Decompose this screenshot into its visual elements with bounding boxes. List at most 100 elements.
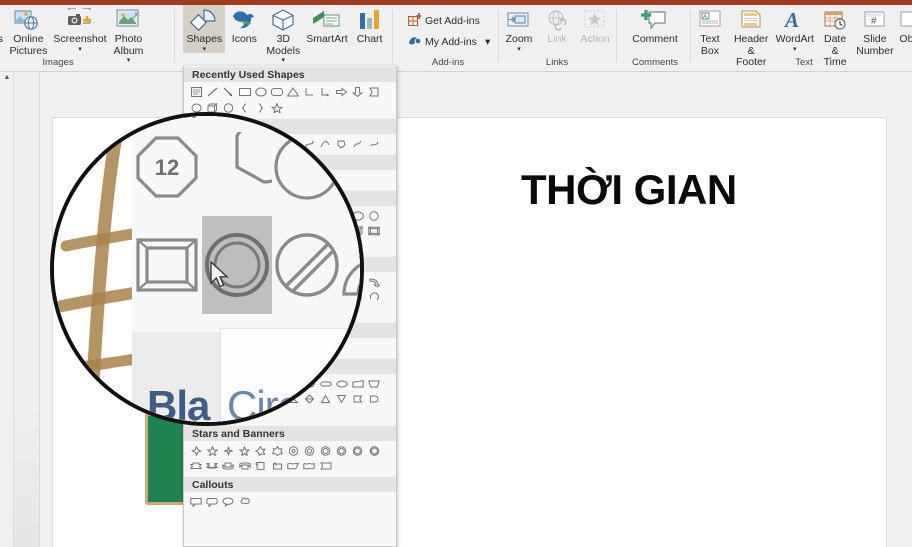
ribbon-group-text: A Text Box Header & Footer A WordArt ▾ D… bbox=[694, 5, 912, 72]
zoom-caret-icon[interactable]: ▾ bbox=[517, 46, 521, 53]
my-addins-label: My Add-ins bbox=[425, 35, 477, 48]
shape-isosceles-triangle[interactable] bbox=[285, 84, 301, 99]
shape-vertical-scroll[interactable] bbox=[253, 458, 269, 473]
shape-elbow-connector[interactable] bbox=[301, 84, 317, 99]
shape-ribbon-down[interactable] bbox=[204, 458, 220, 473]
wordart-button[interactable]: A WordArt ▾ bbox=[773, 5, 816, 53]
shape-star-4-thin[interactable] bbox=[220, 443, 236, 458]
shape-callout-rect[interactable] bbox=[188, 494, 204, 509]
shape-oval[interactable] bbox=[253, 84, 269, 99]
shapes-caret-icon[interactable]: ▾ bbox=[203, 46, 207, 53]
shape-callout-cloud[interactable] bbox=[237, 494, 253, 509]
action-button[interactable]: Action bbox=[576, 5, 614, 46]
get-addins-button[interactable]: Get Add-ins bbox=[404, 10, 484, 31]
shape-star-12[interactable] bbox=[318, 443, 334, 458]
shape-text-box[interactable] bbox=[188, 84, 204, 99]
shape-arrow-curved-right[interactable] bbox=[366, 274, 382, 289]
text-box-button[interactable]: A Text Box bbox=[691, 5, 729, 57]
text-box-label: Text Box bbox=[700, 33, 720, 57]
shape-bevel[interactable] bbox=[366, 223, 382, 238]
shape-right-brace[interactable] bbox=[253, 100, 269, 115]
shape-rounded-rectangle[interactable] bbox=[269, 84, 285, 99]
slide-title-text[interactable]: THỜI GIAN bbox=[521, 166, 737, 214]
wordart-caret-icon[interactable]: ▾ bbox=[793, 46, 797, 53]
online-pictures-button[interactable]: Online Pictures bbox=[6, 5, 50, 57]
icons-button[interactable]: Icons bbox=[225, 5, 263, 46]
shape-elbow-arrow-connector[interactable] bbox=[318, 84, 334, 99]
shape-horizontal-scroll[interactable] bbox=[269, 458, 285, 473]
section-callouts-grid[interactable] bbox=[184, 492, 396, 512]
shape-star-4[interactable] bbox=[188, 443, 204, 458]
shape-right-arrow[interactable] bbox=[334, 84, 350, 99]
shape-curved-ribbon-up[interactable] bbox=[220, 458, 236, 473]
shape-line-arrow[interactable] bbox=[220, 84, 236, 99]
mag-shape-teardrop[interactable] bbox=[272, 118, 342, 216]
mouse-cursor-icon bbox=[210, 261, 229, 288]
shape-plaque[interactable] bbox=[318, 458, 334, 473]
mag-shape-dodecagon[interactable]: 12 bbox=[132, 118, 202, 216]
images-group-label: Images bbox=[42, 57, 74, 68]
shape-curved-ribbon-down[interactable] bbox=[237, 458, 253, 473]
shape-fc-delay[interactable] bbox=[366, 391, 382, 406]
link-label: Link bbox=[547, 33, 567, 45]
screenshot-icon bbox=[65, 7, 95, 33]
shape-rectangle[interactable] bbox=[237, 84, 253, 99]
mag-shape-frame[interactable] bbox=[132, 216, 202, 314]
comment-button[interactable]: Comment bbox=[624, 5, 686, 46]
shape-star-6[interactable] bbox=[253, 443, 269, 458]
comment-label: Comment bbox=[632, 33, 678, 45]
cube-icon bbox=[270, 7, 296, 33]
photo-album-button[interactable]: Photo Album ▾ bbox=[110, 5, 148, 64]
shape-down-arrow[interactable] bbox=[350, 84, 366, 99]
smartart-button[interactable]: SmartArt bbox=[303, 5, 350, 46]
shape-star-16[interactable] bbox=[334, 443, 350, 458]
shape-callout-oval[interactable] bbox=[220, 494, 236, 509]
shape-ribbon-up[interactable] bbox=[188, 458, 204, 473]
shape-star-24[interactable] bbox=[350, 443, 366, 458]
shape-callout-rounded[interactable] bbox=[204, 494, 220, 509]
3d-models-button[interactable]: 3D Models ▾ bbox=[263, 5, 303, 64]
shape-5-point-star[interactable] bbox=[269, 100, 285, 115]
shape-pentagon-arrow[interactable] bbox=[366, 84, 382, 99]
shape-star-10[interactable] bbox=[301, 443, 317, 458]
thumbnail-list[interactable] bbox=[13, 72, 39, 547]
shape-line[interactable] bbox=[204, 84, 220, 99]
store-icon bbox=[407, 12, 422, 29]
shape-freeform-2[interactable] bbox=[366, 136, 382, 151]
screenshot-caret-icon[interactable]: ▾ bbox=[78, 46, 82, 53]
3d-models-caret-icon[interactable]: ▾ bbox=[282, 57, 286, 64]
shape-star-5-thin[interactable] bbox=[237, 443, 253, 458]
screenshot-button[interactable]: Screenshot ▾ bbox=[50, 5, 109, 53]
section-stars-banners-grid[interactable] bbox=[184, 441, 396, 476]
link-button[interactable]: Link bbox=[538, 5, 576, 46]
shape-decagon[interactable] bbox=[366, 208, 382, 223]
object-label: Ob bbox=[899, 33, 912, 45]
shape-star-32[interactable] bbox=[366, 443, 382, 458]
shapes-button[interactable]: Shapes ▾ bbox=[183, 5, 226, 53]
shape-star-8[interactable] bbox=[285, 443, 301, 458]
shape-fc-manual-operation[interactable] bbox=[366, 376, 382, 391]
mag-shape-pie[interactable] bbox=[202, 118, 272, 216]
header-footer-icon bbox=[738, 7, 764, 33]
shape-left-brace[interactable] bbox=[237, 100, 253, 115]
shape-double-wave[interactable] bbox=[301, 458, 317, 473]
my-addins-caret-icon[interactable]: ▾ bbox=[485, 36, 490, 48]
magnified-row-1: 12 bbox=[132, 118, 360, 216]
zoom-button[interactable]: Zoom ▾ bbox=[500, 5, 538, 53]
chart-button[interactable]: Chart bbox=[351, 5, 389, 46]
shapes-label: Shapes bbox=[186, 33, 223, 45]
slide-number-button[interactable]: # Slide Number bbox=[854, 5, 896, 57]
shape-star-7[interactable] bbox=[269, 443, 285, 458]
zoom-icon bbox=[506, 7, 532, 33]
magnified-section-title-partial: Bla bbox=[147, 382, 210, 426]
shape-wave[interactable] bbox=[285, 458, 301, 473]
slide-thumbnail-pane[interactable]: ▲ bbox=[0, 72, 40, 547]
shape-arrow-circular[interactable] bbox=[366, 289, 382, 304]
mag-shape-no-symbol[interactable] bbox=[272, 216, 342, 314]
shape-star-5[interactable] bbox=[204, 443, 220, 458]
powerpoint-window: ictures Online Pictures bbox=[0, 0, 912, 547]
object-button[interactable]: Ob bbox=[896, 5, 912, 46]
section-recently-used-header: Recently Used Shapes bbox=[184, 66, 396, 82]
my-addins-button[interactable]: My Add-ins ▾ bbox=[404, 31, 494, 52]
scroll-up-icon[interactable]: ▲ bbox=[1, 73, 13, 83]
